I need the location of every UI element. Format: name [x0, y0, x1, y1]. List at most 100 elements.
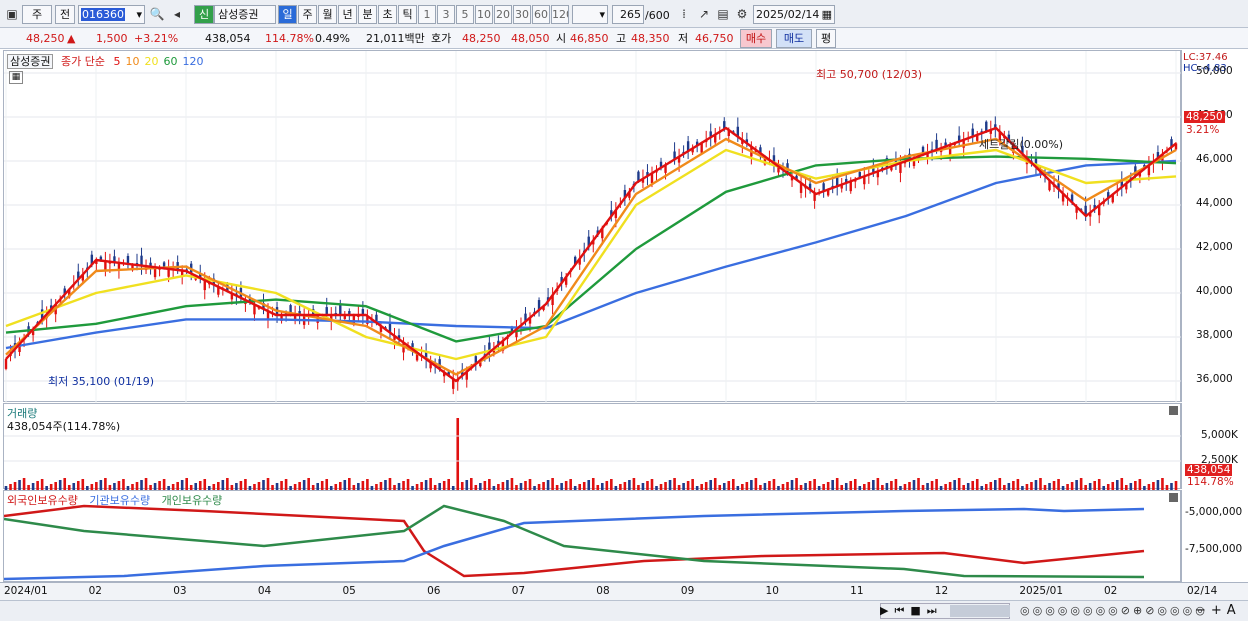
candle-icon[interactable]: ⁞: [675, 5, 693, 24]
legend-individual: 개인보유수량: [161, 494, 223, 507]
search-icon[interactable]: 🔍: [148, 5, 166, 24]
volume-bar: [745, 482, 749, 490]
x-tick-9: 10: [765, 585, 779, 597]
buy-button[interactable]: 매수: [740, 29, 772, 48]
volume-bar: [790, 480, 794, 490]
layout-icon[interactable]: ▣: [3, 5, 21, 24]
scroll-controls[interactable]: ▶⏮■⏭: [880, 604, 943, 618]
eval-button[interactable]: 평: [816, 29, 836, 48]
volume-bar: [1016, 479, 1020, 490]
date-input[interactable]: 2025/02/14 ▦: [753, 5, 835, 24]
volume-bar: [650, 479, 654, 490]
volume-bar: [872, 480, 875, 490]
volume-bar: [673, 478, 676, 490]
interval-5[interactable]: 5: [456, 5, 474, 24]
calendar-icon[interactable]: ▦: [822, 6, 832, 23]
period-6[interactable]: 틱: [398, 5, 417, 24]
volume-bar: [31, 483, 35, 490]
interval-20[interactable]: 20: [494, 5, 512, 24]
volume-bar: [610, 479, 613, 490]
volume-bar: [357, 483, 360, 490]
period-0[interactable]: 일: [278, 5, 297, 24]
period-type-select[interactable]: 주: [22, 5, 52, 24]
interval-60[interactable]: 60: [532, 5, 550, 24]
chevron-down-icon[interactable]: ▾: [599, 6, 607, 23]
volume-bar: [628, 480, 631, 490]
zoom-controls[interactable]: −+A: [1195, 603, 1241, 618]
volume-bar: [1079, 478, 1083, 490]
stock-code-input[interactable]: 016360 ▾: [78, 5, 145, 24]
volume-bar: [772, 479, 776, 490]
period-1[interactable]: 주: [298, 5, 317, 24]
interval-30[interactable]: 30: [513, 5, 531, 24]
low-annotation: 최저 35,100 (01/19): [48, 375, 155, 388]
save-icon[interactable]: ▤: [714, 5, 732, 24]
count-input[interactable]: 265: [612, 5, 644, 24]
price-change: 1,500: [96, 32, 128, 45]
legend-stock[interactable]: 삼성증권: [7, 54, 54, 69]
x-tick-0: 2024/01: [4, 585, 48, 597]
volume-bar: [1156, 480, 1160, 490]
x-tick-14: 02/14: [1187, 585, 1218, 597]
volume-bar: [542, 482, 545, 490]
volume-pane[interactable]: 거래량 438,054주(114.78%): [3, 403, 1182, 490]
volume-bar: [686, 481, 690, 490]
period-5[interactable]: 초: [378, 5, 397, 24]
volume-bar: [320, 481, 324, 490]
period-4[interactable]: 분: [358, 5, 377, 24]
volume-bar: [754, 478, 758, 490]
holdings-scale: -5,000,000 -7,500,000: [1181, 490, 1248, 582]
volume-bar: [58, 480, 62, 490]
holdings-pane[interactable]: 외국인보유수량 기관보유수량 개인보유수량: [3, 490, 1181, 582]
volume-bar: [953, 480, 956, 490]
price-chart-pane[interactable]: 삼성증권 종가 단순 5 10 20 60 120 ▦ 최고 50,700 (12/03…: [3, 50, 1182, 403]
speaker-icon[interactable]: ◂: [168, 5, 186, 24]
new-badge: 신: [194, 5, 214, 24]
low-price: 46,750: [695, 32, 734, 45]
x-tick-7: 08: [596, 585, 610, 597]
holdings-tick-2: -7,500,000: [1185, 543, 1243, 555]
interval-select[interactable]: ▾: [572, 5, 608, 24]
x-tick-8: 09: [680, 585, 695, 597]
gear-icon[interactable]: ⚙: [733, 5, 751, 24]
volume-ratio: 114.78%: [265, 32, 314, 45]
interval-10[interactable]: 10: [475, 5, 493, 24]
candle-body: [140, 255, 143, 266]
volume-bar: [1048, 483, 1051, 490]
volume-bar: [298, 482, 301, 490]
status-bar: ▶⏮■⏭ ◎◎◎◎◎◎◎◎⊘⊕⊘◎◎◎◎ −+A: [0, 600, 1248, 621]
volume-bar: [72, 483, 76, 490]
volume-bar: [438, 483, 441, 490]
volume-bar: [1152, 482, 1155, 490]
hoga-label: 호가: [431, 32, 452, 45]
period-3[interactable]: 년: [338, 5, 357, 24]
volume-bar: [1170, 483, 1173, 490]
prev-button[interactable]: 전: [55, 5, 75, 24]
interval-120[interactable]: 120: [551, 5, 569, 24]
toolbar: ▣ 주 전 016360 ▾ 🔍 ◂ 신 삼성증권 일주월년분초틱 1 3 5 10 20…: [0, 0, 1248, 28]
volume-bar: [1097, 479, 1101, 490]
volume-bar: [867, 482, 871, 490]
volume-bar: [890, 481, 893, 490]
volume-bar: [600, 483, 604, 490]
open-price: 46,850: [570, 32, 609, 45]
volume-bar: [926, 483, 929, 490]
stock-name-field[interactable]: 삼성증권: [214, 5, 276, 24]
chevron-down-icon[interactable]: ▾: [136, 6, 142, 23]
scroll-thumb[interactable]: [950, 605, 1010, 617]
period-2[interactable]: 월: [318, 5, 337, 24]
ma-line-5: [5, 126, 1177, 383]
interval-3[interactable]: 3: [437, 5, 455, 24]
close-icon[interactable]: [1169, 406, 1178, 415]
sell-button[interactable]: 매도: [776, 29, 812, 48]
ma-legend-20: 20: [144, 55, 159, 68]
draw-icon[interactable]: ↗: [695, 5, 713, 24]
close-icon[interactable]: [1169, 493, 1178, 502]
interval-1[interactable]: 1: [418, 5, 436, 24]
volume-bar: [1052, 481, 1056, 490]
zoom-icons[interactable]: ◎◎◎◎◎◎◎◎⊘⊕⊘◎◎◎◎: [1020, 604, 1208, 617]
volume-bar: [40, 479, 44, 490]
volume-bar: [99, 480, 103, 490]
volume-bar: [957, 478, 961, 490]
grid-icon[interactable]: ▦: [9, 71, 23, 84]
